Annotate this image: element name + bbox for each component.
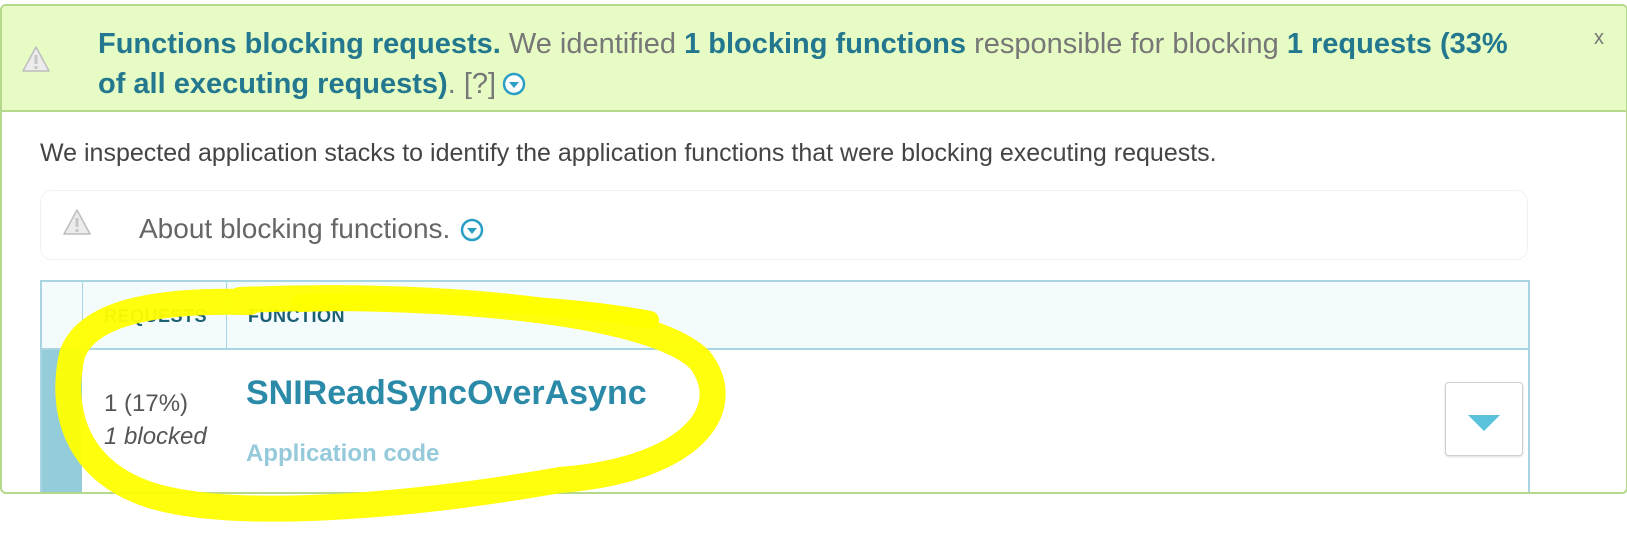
description-text: We inspected application stacks to ident… — [40, 139, 1217, 167]
close-button[interactable]: x — [1594, 28, 1604, 48]
column-header-requests[interactable]: REQUESTS — [104, 306, 207, 327]
chevron-down-circle-icon[interactable] — [460, 218, 484, 242]
function-type: Application code — [246, 440, 440, 467]
about-label: About blocking functions. — [139, 213, 484, 245]
alert-message: Functions blocking requests. We identifi… — [98, 24, 1508, 104]
column-header-function[interactable]: FUNCTION — [248, 306, 345, 327]
alert-text-3: . — [447, 68, 464, 100]
blocked-count: 1 blocked — [104, 423, 207, 450]
alert-banner: Functions blocking requests. We identifi… — [2, 6, 1626, 112]
chevron-down-circle-icon[interactable] — [502, 72, 526, 96]
blocking-functions-panel: Functions blocking requests. We identifi… — [0, 4, 1627, 494]
blocking-functions-count: 1 blocking functions — [684, 28, 967, 60]
triangle-down-icon — [1468, 415, 1500, 431]
request-count: 1 (17%) — [104, 390, 189, 417]
alert-title: Functions blocking requests. — [98, 28, 501, 60]
function-name-link[interactable]: SNIReadSyncOverAsync — [246, 374, 647, 413]
row-indicator — [42, 350, 82, 492]
alert-text-2: responsible for blocking — [966, 28, 1287, 60]
column-divider — [82, 282, 83, 348]
help-link[interactable]: [?] — [464, 68, 496, 100]
blocking-functions-table: REQUESTS FUNCTION 1 (17%) 1 blocked SNIR… — [40, 280, 1530, 492]
warning-icon — [63, 209, 91, 235]
alert-text-1: We identified — [500, 28, 685, 60]
about-blocking-functions[interactable]: About blocking functions. — [40, 190, 1528, 260]
column-divider — [226, 282, 227, 348]
about-label-text: About blocking functions. — [139, 213, 451, 244]
table-header: REQUESTS FUNCTION — [42, 282, 1528, 350]
expand-row-button[interactable] — [1445, 382, 1523, 456]
warning-icon — [22, 46, 50, 72]
